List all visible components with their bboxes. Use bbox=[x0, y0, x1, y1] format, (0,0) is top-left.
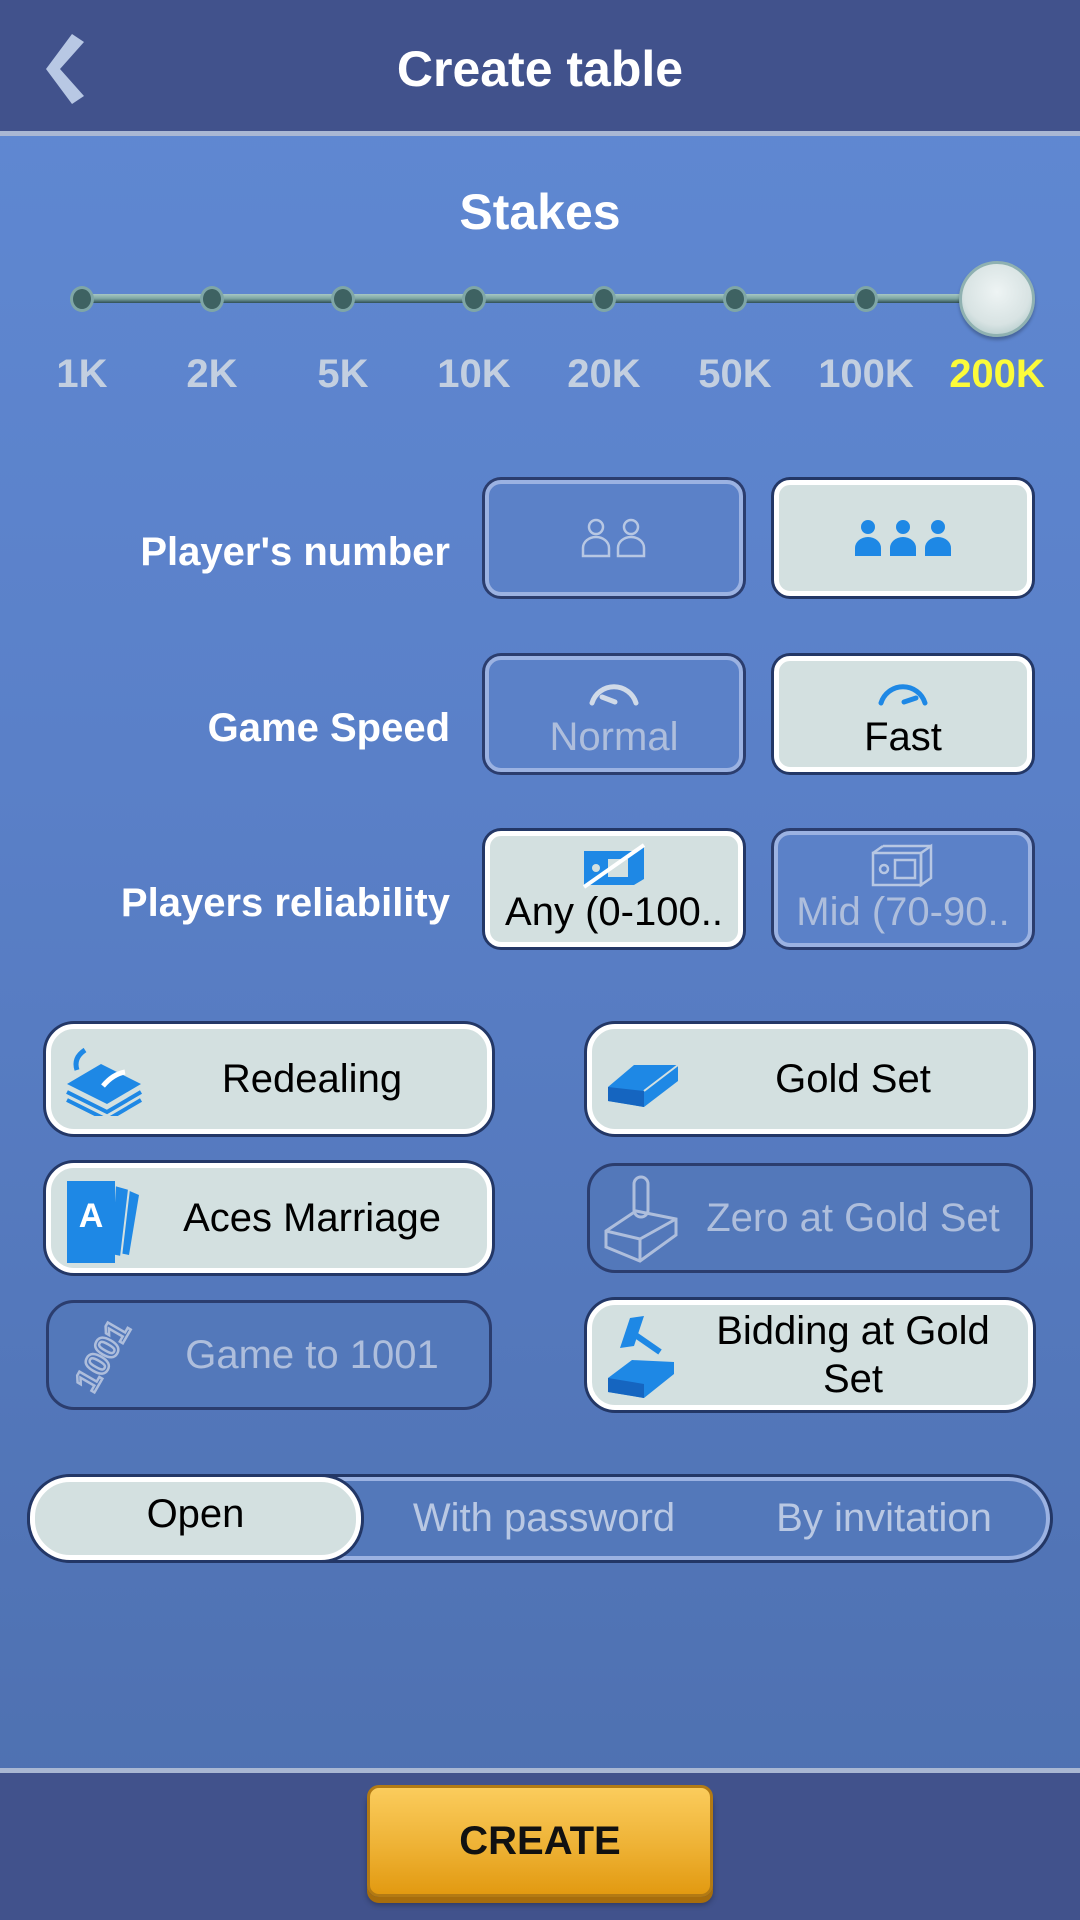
stakes-title: Stakes bbox=[459, 184, 621, 240]
stake-label[interactable]: 50K bbox=[675, 352, 795, 397]
svg-text:1001: 1001 bbox=[67, 1314, 138, 1399]
reliability-mid-option[interactable]: Mid (70-90.. bbox=[774, 831, 1032, 947]
gavel-gold-icon bbox=[602, 1315, 686, 1399]
redeal-cards-icon bbox=[61, 1039, 145, 1123]
svg-text:A: A bbox=[79, 1197, 104, 1235]
access-open-tab[interactable]: Open bbox=[30, 1477, 361, 1560]
game-speed-label: Game Speed bbox=[207, 706, 450, 750]
stake-label[interactable]: 1K bbox=[22, 352, 142, 397]
slider-stop-10k[interactable] bbox=[462, 286, 486, 312]
safe-crossed-icon bbox=[582, 843, 646, 889]
gold-set-label: Gold Set bbox=[775, 1057, 931, 1101]
slider-stop-20k[interactable] bbox=[592, 286, 616, 312]
zero-at-gold-set-toggle[interactable]: Zero at Gold Set bbox=[587, 1163, 1033, 1273]
create-button[interactable]: CREATE bbox=[367, 1785, 713, 1897]
stakes-slider[interactable]: 1K 2K 5K 10K 20K 50K 100K 200K bbox=[0, 250, 1080, 396]
slider-stop-50k[interactable] bbox=[723, 286, 747, 312]
slider-knob[interactable] bbox=[959, 261, 1035, 337]
three-players-icon bbox=[853, 515, 953, 561]
slider-stop-2k[interactable] bbox=[200, 286, 224, 312]
ace-cards-icon: A bbox=[61, 1178, 145, 1263]
gold-set-toggle[interactable]: Gold Set bbox=[587, 1024, 1033, 1134]
slider-stop-100k[interactable] bbox=[854, 286, 878, 312]
bidding-at-gold-set-toggle[interactable]: Bidding at Gold Set bbox=[587, 1300, 1033, 1410]
stake-label-selected[interactable]: 200K bbox=[937, 352, 1057, 397]
speed-normal-label: Normal bbox=[549, 715, 679, 759]
two-players-icon bbox=[579, 515, 649, 561]
reliability-any-option[interactable]: Any (0-100.. bbox=[485, 831, 743, 947]
three-players-option[interactable] bbox=[774, 480, 1032, 596]
speed-normal-option[interactable]: Normal bbox=[485, 656, 743, 772]
speedometer-icon bbox=[584, 668, 644, 714]
stake-label[interactable]: 100K bbox=[806, 352, 926, 397]
speedometer-icon bbox=[873, 668, 933, 714]
two-players-option[interactable] bbox=[485, 480, 743, 596]
page-title: Create table bbox=[396, 41, 684, 97]
reliability-any-label: Any (0-100.. bbox=[505, 890, 723, 934]
aces-marriage-label: Aces Marriage bbox=[183, 1196, 441, 1240]
players-number-label: Player's number bbox=[140, 530, 450, 574]
speed-fast-option[interactable]: Fast bbox=[774, 656, 1032, 772]
reliability-label: Players reliability bbox=[120, 881, 450, 925]
aces-marriage-toggle[interactable]: A Aces Marriage bbox=[46, 1163, 492, 1273]
game-to-1001-label: Game to 1001 bbox=[185, 1333, 439, 1377]
access-password-tab[interactable]: With password bbox=[374, 1481, 714, 1556]
stake-label[interactable]: 10K bbox=[414, 352, 534, 397]
slider-stop-1k[interactable] bbox=[70, 286, 94, 312]
joystick-gold-icon bbox=[600, 1175, 684, 1263]
header-bar: Create table bbox=[0, 0, 1080, 136]
speed-fast-label: Fast bbox=[864, 715, 942, 759]
access-segmented-control: Open With password By invitation bbox=[30, 1477, 1050, 1560]
stake-label[interactable]: 2K bbox=[152, 352, 272, 397]
slider-stop-5k[interactable] bbox=[331, 286, 355, 312]
1001-icon: 1001 bbox=[59, 1312, 143, 1399]
redealing-label: Redealing bbox=[221, 1057, 403, 1101]
game-to-1001-toggle[interactable]: 1001 Game to 1001 bbox=[46, 1300, 492, 1410]
access-invitation-tab[interactable]: By invitation bbox=[724, 1481, 1044, 1556]
stake-label[interactable]: 20K bbox=[544, 352, 664, 397]
zero-at-gold-set-label: Zero at Gold Set bbox=[706, 1196, 1000, 1240]
safe-icon bbox=[871, 843, 935, 889]
stake-label[interactable]: 5K bbox=[283, 352, 403, 397]
bidding-at-gold-set-label: Bidding at Gold Set bbox=[716, 1309, 990, 1401]
reliability-mid-label: Mid (70-90.. bbox=[796, 890, 1010, 934]
redealing-toggle[interactable]: Redealing bbox=[46, 1024, 492, 1134]
gold-bar-icon bbox=[602, 1039, 686, 1123]
